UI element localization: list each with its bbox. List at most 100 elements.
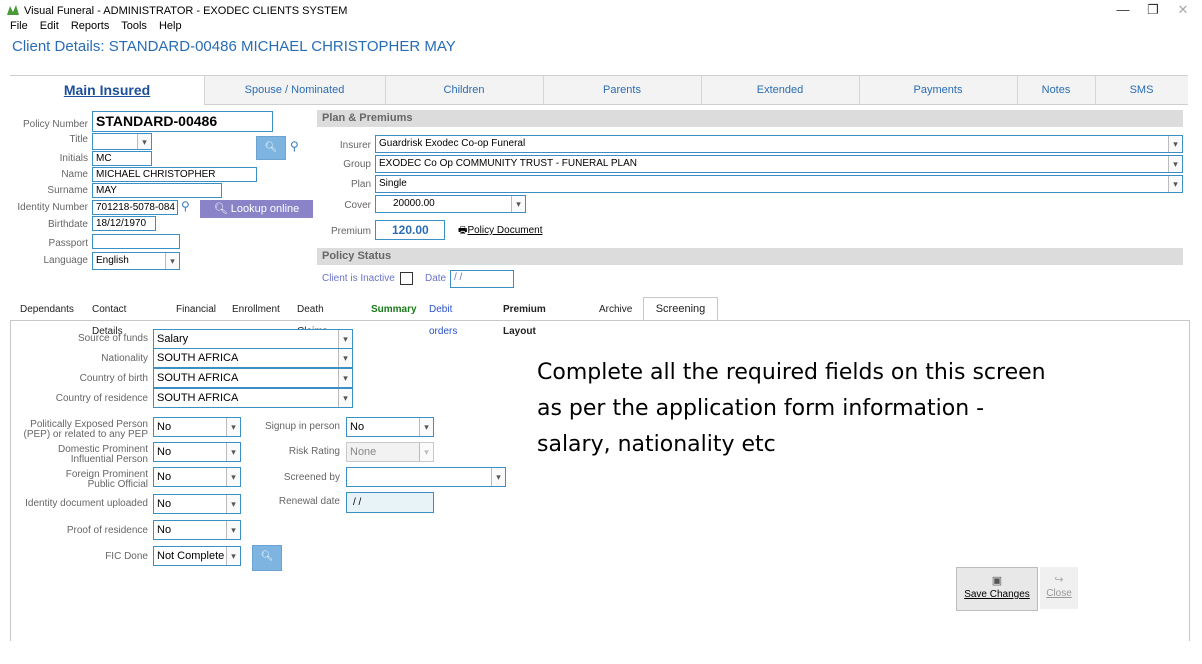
title-select[interactable]: ▾: [92, 133, 152, 150]
country-of-birth-select[interactable]: SOUTH AFRICA ▾: [153, 368, 353, 388]
chevron-down-icon: ▾: [137, 134, 151, 149]
pep-select[interactable]: No ▾: [153, 417, 241, 437]
identity-number-field[interactable]: 701218-5078-084: [92, 200, 178, 215]
dpip-select[interactable]: No ▾: [153, 442, 241, 462]
search-title-button[interactable]: 🔍︎: [256, 136, 286, 160]
subtab-debit-orders[interactable]: Debit orders: [429, 299, 457, 337]
passport-field[interactable]: [92, 234, 180, 249]
group-label: Group: [343, 159, 371, 170]
menu-reports[interactable]: Reports: [71, 20, 110, 32]
menu-edit[interactable]: Edit: [40, 20, 59, 32]
tab-main-insured[interactable]: Main Insured: [10, 76, 205, 105]
cover-select[interactable]: 20000.00 ▾: [375, 195, 526, 213]
dpip-label-line2: Influential Person: [70, 454, 148, 465]
identity-number-label: Identity Number: [17, 202, 88, 213]
language-label: Language: [43, 255, 89, 266]
menu-tools[interactable]: Tools: [121, 20, 147, 32]
subtab-contact-details[interactable]: Contact Details: [92, 299, 126, 337]
fppo-label: Foreign Prominent Public Official: [0, 470, 148, 490]
signup-in-person-label: Signup in person: [264, 421, 340, 432]
subtab-death-claims[interactable]: Death Claims: [297, 299, 328, 337]
fic-search-button[interactable]: 🔍︎: [252, 545, 282, 571]
tab-spouse[interactable]: Spouse / Nominated: [204, 76, 386, 104]
id-uploaded-select[interactable]: No ▾: [153, 494, 241, 514]
tab-children[interactable]: Children: [385, 76, 544, 104]
birthdate-label: Birthdate: [47, 219, 88, 230]
save-changes-label: Save Changes: [964, 589, 1030, 600]
tab-payments[interactable]: Payments: [859, 76, 1018, 104]
date-label: Date: [425, 273, 447, 284]
tab-extended[interactable]: Extended: [701, 76, 860, 104]
fic-done-value: Not Complete: [157, 550, 225, 562]
chevron-down-icon: ▾: [226, 547, 240, 565]
close-button[interactable]: ↪ Close: [1040, 567, 1078, 609]
surname-field[interactable]: MAY: [92, 183, 222, 198]
client-inactive-label: Client is Inactive: [322, 273, 395, 284]
close-window-icon[interactable]: ✕: [1172, 2, 1194, 18]
magnifier-icon[interactable]: ⚲: [290, 139, 299, 153]
source-of-funds-select[interactable]: Salary ▾: [153, 329, 353, 349]
lookup-online-button[interactable]: 🔍︎ Lookup online: [200, 200, 313, 218]
menu-help[interactable]: Help: [159, 20, 182, 32]
chevron-down-icon: ▾: [338, 389, 352, 407]
subtab-summary[interactable]: Summary: [371, 299, 417, 321]
chevron-down-icon: ▾: [419, 418, 433, 436]
insurer-label: Insurer: [339, 140, 371, 151]
chevron-down-icon: ▾: [226, 443, 240, 461]
nationality-select[interactable]: SOUTH AFRICA ▾: [153, 348, 353, 368]
client-inactive-checkbox[interactable]: [400, 272, 413, 285]
subtab-archive[interactable]: Archive: [599, 299, 632, 321]
main-tabs: Main Insured Spouse / Nominated Children…: [10, 75, 1188, 105]
menu-file[interactable]: File: [10, 20, 28, 32]
cover-label: Cover: [344, 200, 371, 211]
signup-in-person-select[interactable]: No ▾: [346, 417, 434, 437]
birthdate-field[interactable]: 18/12/1970: [92, 216, 156, 231]
tab-sms[interactable]: SMS: [1095, 76, 1188, 104]
save-changes-button[interactable]: ▣ Save Changes: [956, 567, 1038, 611]
id-search-icon[interactable]: ⚲: [181, 199, 190, 213]
fic-done-label: FIC Done: [105, 551, 148, 562]
group-select[interactable]: EXODEC Co Op COMMUNITY TRUST - FUNERAL P…: [375, 155, 1183, 173]
initials-field[interactable]: MC: [92, 151, 152, 166]
subtab-dependants[interactable]: Dependants: [20, 299, 74, 321]
renewal-date-label: Renewal date: [278, 496, 340, 507]
country-of-birth-value: SOUTH AFRICA: [157, 372, 239, 384]
source-of-funds-label: Source of funds: [77, 333, 148, 344]
restore-icon[interactable]: ❐: [1142, 2, 1164, 18]
chevron-down-icon: ▾: [338, 330, 352, 348]
fic-done-select[interactable]: Not Complete ▾: [153, 546, 241, 566]
window-title: Visual Funeral - ADMINISTRATOR - EXODEC …: [24, 5, 348, 17]
fppo-label-line2: Public Official: [87, 479, 148, 490]
language-select[interactable]: English ▾: [92, 252, 180, 270]
subtab-screening[interactable]: Screening: [643, 297, 718, 321]
risk-rating-value: None: [350, 446, 377, 458]
subtab-enrollment[interactable]: Enrollment: [232, 299, 280, 321]
tab-notes[interactable]: Notes: [1017, 76, 1096, 104]
subtab-financial[interactable]: Financial: [176, 299, 216, 321]
minimize-icon[interactable]: —: [1112, 2, 1134, 17]
client-title: Client Details: STANDARD-00486 MICHAEL C…: [12, 38, 456, 55]
language-value: English: [96, 255, 129, 266]
proof-of-residence-select[interactable]: No ▾: [153, 520, 241, 540]
premium-field[interactable]: 120.00: [375, 220, 445, 240]
instruction-line-1: Complete all the required fields on this…: [537, 360, 1046, 385]
chevron-down-icon: ▾: [226, 418, 240, 436]
country-of-residence-select[interactable]: SOUTH AFRICA ▾: [153, 388, 353, 408]
policy-status-header: Policy Status: [317, 248, 1183, 265]
plan-value: Single: [379, 178, 407, 189]
subtab-premium-layout[interactable]: Premium Layout: [503, 299, 546, 337]
close-label: Close: [1046, 588, 1072, 599]
status-date-field[interactable]: / /: [450, 270, 514, 288]
menu-bar: File Edit Reports Tools Help: [10, 20, 191, 32]
fppo-select[interactable]: No ▾: [153, 467, 241, 487]
insurer-select[interactable]: Guardrisk Exodec Co-op Funeral ▾: [375, 135, 1183, 153]
renewal-date-field[interactable]: / /: [346, 492, 434, 513]
name-field[interactable]: MICHAEL CHRISTOPHER: [92, 167, 257, 182]
plan-select[interactable]: Single ▾: [375, 175, 1183, 193]
tab-parents[interactable]: Parents: [543, 76, 702, 104]
policy-document-link[interactable]: 🖶Policy Document: [458, 223, 542, 240]
nationality-value: SOUTH AFRICA: [157, 352, 239, 364]
policy-number-label: Policy Number: [22, 119, 88, 130]
screened-by-select[interactable]: ▾: [346, 467, 506, 487]
policy-number-field[interactable]: STANDARD-00486: [92, 111, 273, 132]
